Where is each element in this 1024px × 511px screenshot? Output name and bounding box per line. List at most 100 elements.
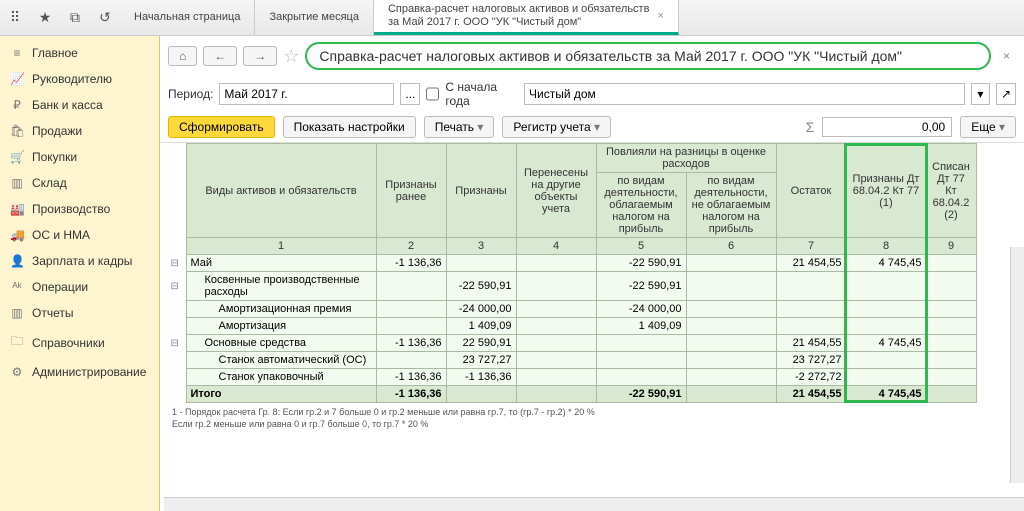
table-row[interactable]: Амортизация1 409,091 409,09	[164, 318, 976, 335]
cell: 23 727,27	[776, 352, 846, 369]
apps-icon[interactable]: ⠿	[0, 0, 30, 35]
table-row[interactable]: ⊟Май-1 136,36-22 590,9121 454,554 745,45	[164, 255, 976, 272]
sidebar-item[interactable]: 📈Руководителю	[0, 66, 159, 92]
sidebar-item[interactable]: 🏭Производство	[0, 196, 159, 222]
vertical-scrollbar[interactable]	[1010, 247, 1024, 483]
sidebar-icon: 🛍	[10, 124, 24, 138]
sidebar-item[interactable]: ⚙Администрирование	[0, 359, 159, 385]
forward-button[interactable]: →	[243, 46, 277, 66]
sidebar-icon: 👤	[10, 254, 24, 268]
sidebar-item[interactable]: ᴬᵏОперации	[0, 274, 159, 300]
period-label: Период:	[168, 87, 213, 101]
tree-toggle[interactable]: ⊟	[164, 255, 186, 272]
row-label: Станок автоматический (ОС)	[186, 352, 376, 369]
cell: -22 590,91	[446, 272, 516, 301]
cell	[926, 255, 976, 272]
horizontal-scrollbar[interactable]	[164, 497, 1024, 511]
cell	[376, 352, 446, 369]
sidebar-item[interactable]: 🛍Продажи	[0, 118, 159, 144]
sidebar-label: Руководителю	[32, 72, 112, 86]
sidebar-item[interactable]: 👤 Зарплата и кадры	[0, 248, 159, 274]
show-settings-button[interactable]: Показать настройки	[283, 116, 416, 138]
tree-toggle[interactable]	[164, 369, 186, 386]
cell	[686, 318, 776, 335]
favorite-star-icon[interactable]: ☆	[283, 46, 299, 67]
cell: 21 454,55	[776, 255, 846, 272]
sidebar-item[interactable]: ≡Главное	[0, 40, 159, 66]
tree-toggle[interactable]	[164, 318, 186, 335]
row-label: Косвенные производственные расходы	[186, 272, 376, 301]
org-dropdown-button[interactable]: ▾	[971, 83, 990, 105]
cell: -1 136,36	[376, 255, 446, 272]
table-row[interactable]: Амортизационная премия-24 000,00-24 000,…	[164, 301, 976, 318]
footnote: 1 - Порядок расчета Гр. 8: Если гр.2 и 7…	[164, 403, 1024, 434]
tab-label: Начальная страница	[134, 11, 240, 24]
tab[interactable]: Закрытие месяца	[255, 0, 374, 35]
organization-input[interactable]	[524, 83, 965, 105]
cell: 21 454,55	[776, 335, 846, 352]
table-row[interactable]: Станок автоматический (ОС) 23 727,27 23 72…	[164, 352, 976, 369]
tab[interactable]: Справка-расчет налоговых активов и обяза…	[374, 0, 679, 35]
sidebar-label: Зарплата и кадры	[32, 254, 132, 268]
register-button[interactable]: Регистр учета	[502, 116, 611, 138]
more-button[interactable]: Еще	[960, 116, 1016, 138]
history-icon[interactable]: ↺	[90, 0, 120, 35]
home-button[interactable]: ⌂	[168, 46, 197, 66]
table-row[interactable]: ⊟Косвенные производственные расходы -22 5…	[164, 272, 976, 301]
form-button[interactable]: Сформировать	[168, 116, 275, 138]
cell	[846, 272, 926, 301]
cell: -24 000,00	[596, 301, 686, 318]
cell	[446, 255, 516, 272]
cell	[926, 369, 976, 386]
tree-toggle[interactable]: ⊟	[164, 272, 186, 301]
cell	[926, 335, 976, 352]
period-input[interactable]	[219, 83, 394, 105]
sidebar-item[interactable]: ▥Склад	[0, 170, 159, 196]
cell	[516, 301, 596, 318]
cell: 23 727,27	[446, 352, 516, 369]
print-button[interactable]: Печать	[424, 116, 495, 138]
tree-toggle[interactable]	[164, 352, 186, 369]
page-title: Справка-расчет налоговых активов и обяза…	[305, 42, 991, 70]
sidebar: ≡Главное📈Руководителю₽Банк и касса🛍Прода…	[0, 36, 160, 511]
cell	[686, 369, 776, 386]
tabs-bar: Начальная страница Закрытие месяцаСправка…	[120, 0, 1024, 35]
cell	[686, 301, 776, 318]
sidebar-item[interactable]: 🚚ОС и НМА	[0, 222, 159, 248]
sidebar-icon: ⚙	[10, 365, 24, 379]
copy-icon[interactable]: ⧉	[60, 0, 90, 35]
row-label: Амортизационная премия	[186, 301, 376, 318]
cell	[776, 301, 846, 318]
tree-toggle[interactable]: ⊟	[164, 335, 186, 352]
tab-close-icon[interactable]: ×	[657, 10, 663, 22]
from-start-checkbox[interactable]	[426, 87, 439, 101]
cell: -2 272,72	[776, 369, 846, 386]
table-row[interactable]: Станок упаковочный-1 136,36-1 136,36-2 2…	[164, 369, 976, 386]
back-button[interactable]: ←	[203, 46, 237, 66]
cell	[846, 352, 926, 369]
tree-toggle[interactable]	[164, 301, 186, 318]
total-cell: 4 745,45	[846, 386, 926, 403]
sidebar-label: Банк и касса	[32, 98, 103, 112]
top-toolbar: ⠿ ★ ⧉ ↺ Начальная страница Закрытие месяц…	[0, 0, 1024, 36]
sidebar-item[interactable]: ▥Отчеты	[0, 300, 159, 326]
star-icon[interactable]: ★	[30, 0, 60, 35]
cell	[686, 272, 776, 301]
content-area: ⌂ ← → ☆ Справка-расчет налоговых активов…	[160, 36, 1024, 511]
sidebar-item[interactable]: 🗀Справочники	[0, 326, 159, 359]
org-open-button[interactable]: ↗	[996, 83, 1016, 105]
report-grid[interactable]: Виды активов и обязательствПризнаны ране…	[160, 143, 1024, 497]
tab[interactable]: Начальная страница	[120, 0, 255, 35]
row-label: Основные средства	[186, 335, 376, 352]
cell	[596, 369, 686, 386]
from-start-label: С начала года	[445, 80, 518, 108]
sidebar-item[interactable]: ₽Банк и касса	[0, 92, 159, 118]
period-picker-button[interactable]: ...	[400, 83, 420, 105]
total-cell	[516, 386, 596, 403]
sidebar-item[interactable]: 🛒Покупки	[0, 144, 159, 170]
cell	[686, 335, 776, 352]
close-icon[interactable]: ×	[997, 49, 1016, 63]
cell	[516, 272, 596, 301]
table-row[interactable]: ⊟Основные средства-1 136,3622 590,9121 4…	[164, 335, 976, 352]
sidebar-label: Главное	[32, 46, 78, 60]
